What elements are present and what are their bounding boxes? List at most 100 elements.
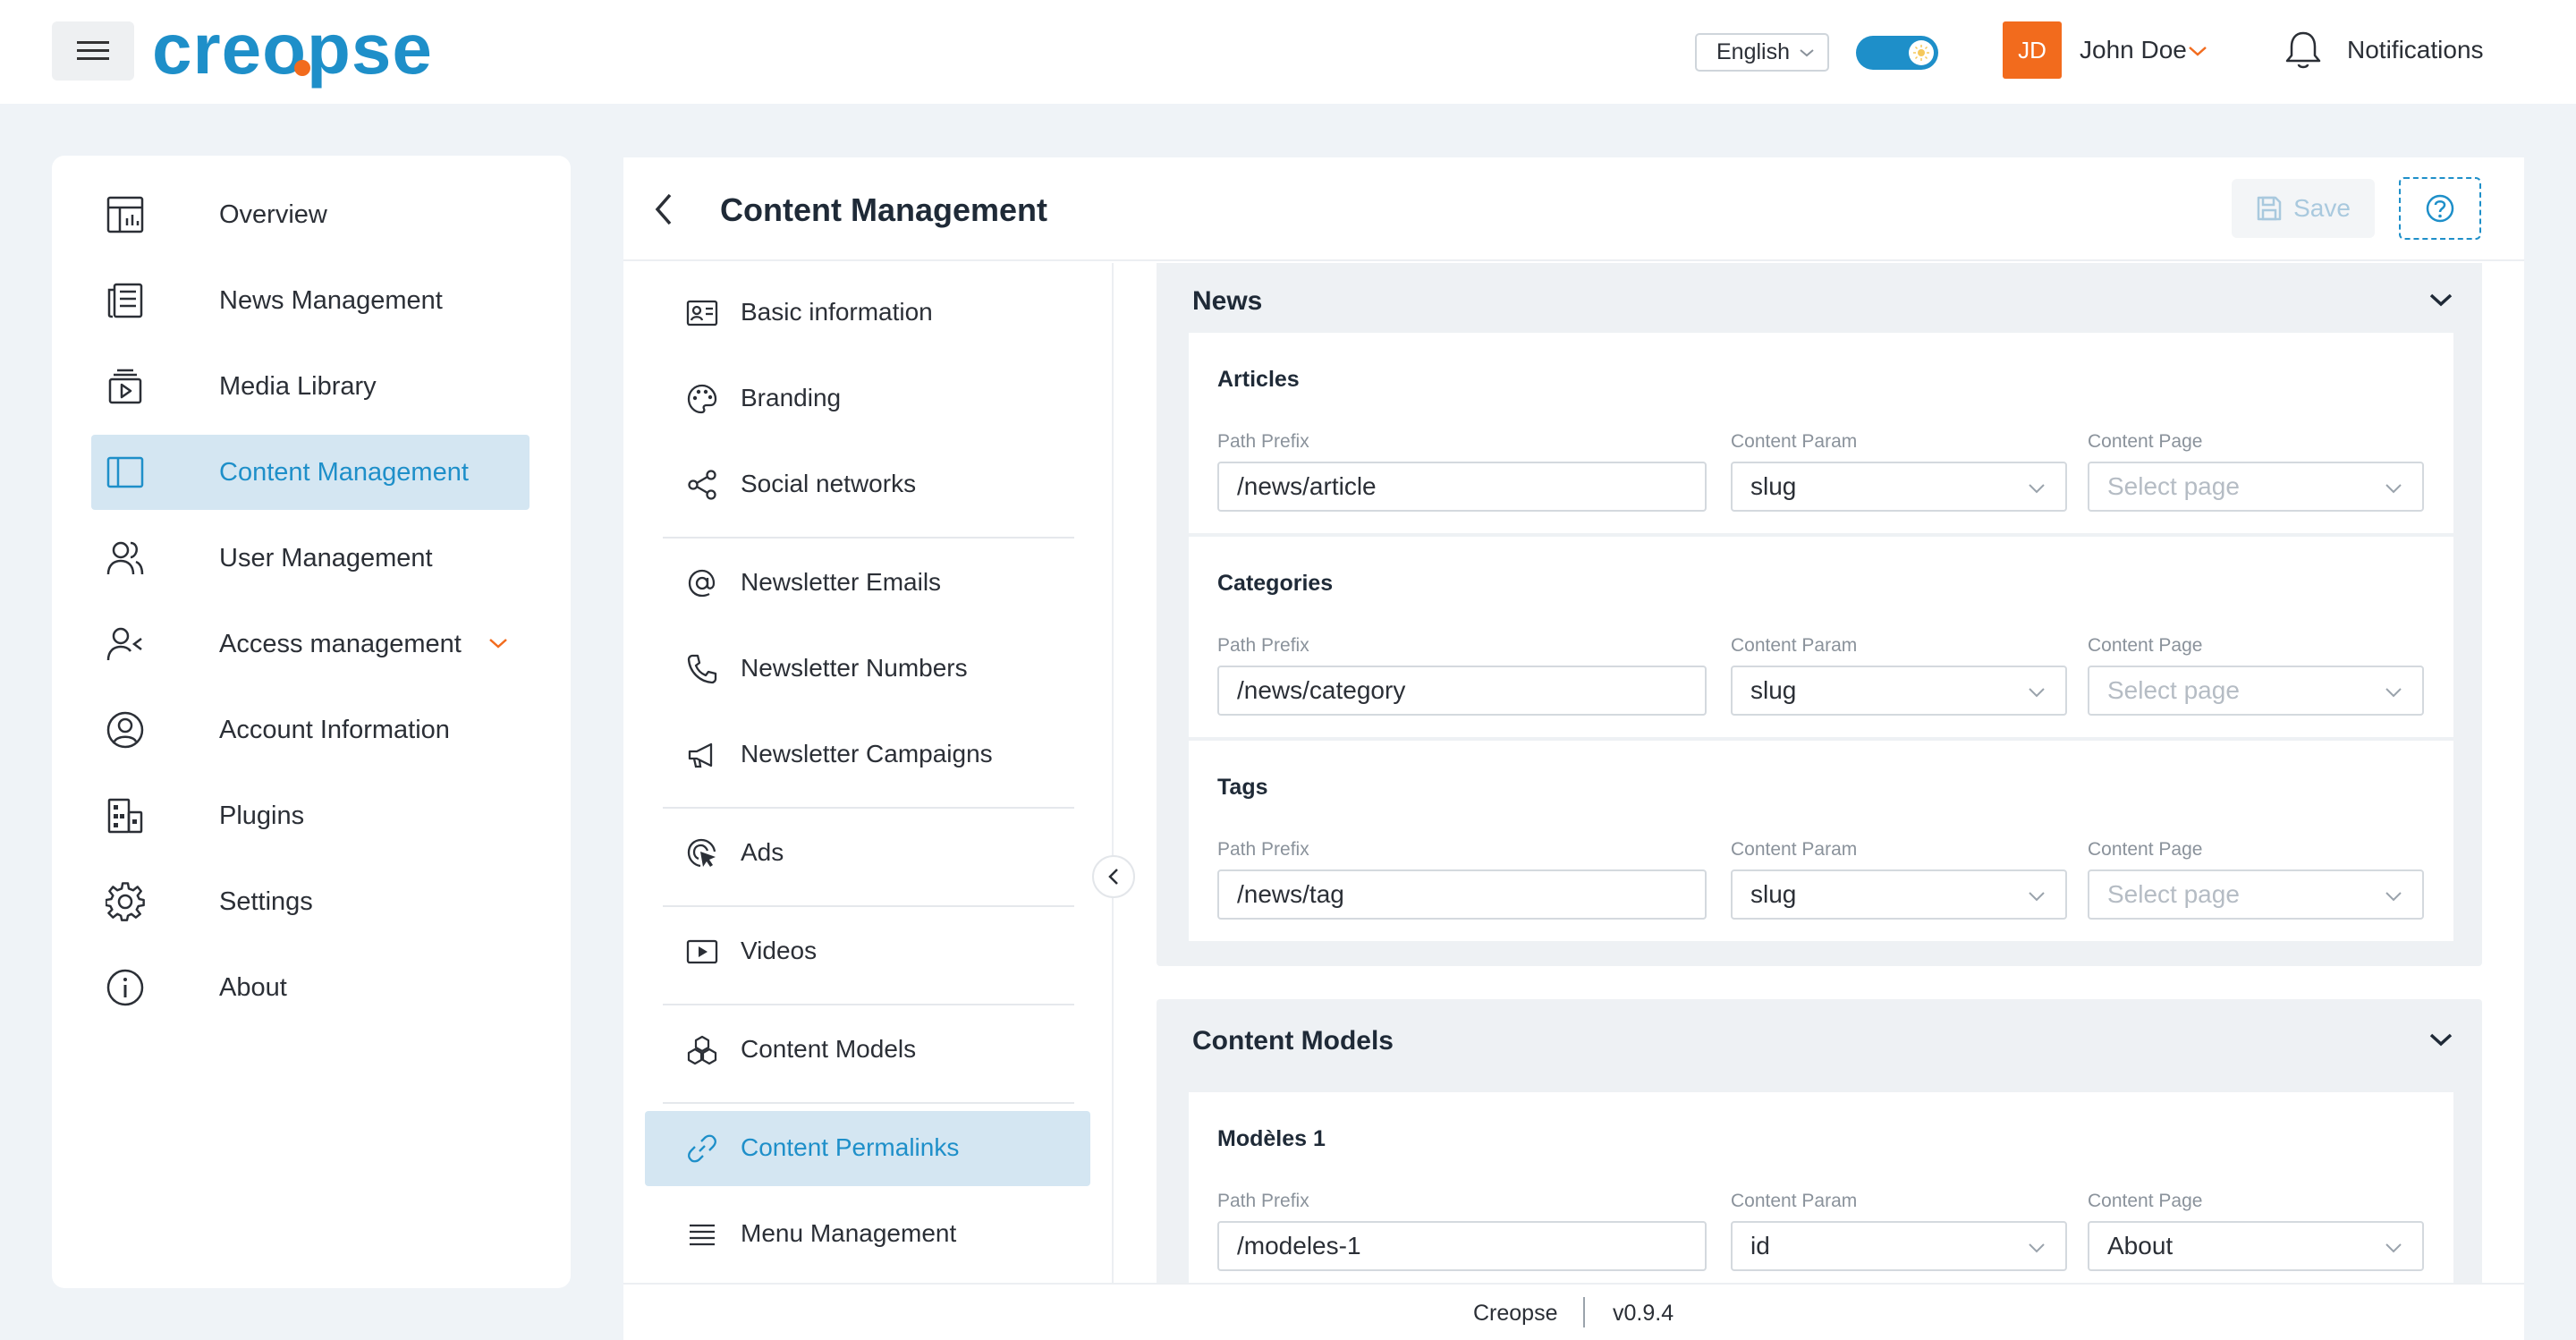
- subnav-item-content-permalinks[interactable]: Content Permalinks: [645, 1111, 1090, 1186]
- subnav-item-newsletter-numbers[interactable]: Newsletter Numbers: [645, 632, 1090, 707]
- subnav-item-label: Newsletter Campaigns: [741, 740, 993, 768]
- chevron-down-icon: [1800, 49, 1814, 57]
- sidebar-item-plugins[interactable]: Plugins: [91, 778, 530, 853]
- select-value: slug: [1750, 472, 1797, 500]
- path-prefix-label: Path Prefix: [1217, 1191, 1309, 1211]
- divider: [663, 905, 1074, 907]
- subnav-item-newsletter-emails[interactable]: Newsletter Emails: [645, 546, 1090, 621]
- sidebar-item-user-management[interactable]: User Management: [91, 521, 530, 596]
- gear-icon: [106, 882, 145, 921]
- save-button[interactable]: Save: [2232, 179, 2375, 238]
- logo[interactable]: creopse: [152, 9, 483, 95]
- back-arrow-icon[interactable]: [650, 190, 677, 229]
- section-title: News: [1192, 286, 1263, 316]
- sidebar-item-about[interactable]: About: [91, 950, 530, 1025]
- svg-text:creopse: creopse: [152, 9, 433, 89]
- help-button[interactable]: [2399, 177, 2481, 240]
- permalink-card: Articles Path Prefix Content Param Conte…: [1189, 333, 2453, 533]
- page-title: Content Management: [720, 191, 1048, 228]
- chevron-down-icon[interactable]: [2188, 45, 2207, 57]
- sidebar-item-news-management[interactable]: News Management: [91, 263, 530, 338]
- save-icon: [2257, 196, 2282, 221]
- section-news: News Articles Path Prefix Content Param …: [1157, 263, 2482, 966]
- subnav-item-label: Newsletter Emails: [741, 568, 942, 596]
- content-page-select[interactable]: About: [2088, 1221, 2424, 1271]
- sidebar-item-account-information[interactable]: Account Information: [91, 692, 530, 768]
- subnav-item-videos[interactable]: Videos: [645, 914, 1090, 989]
- path-prefix-input[interactable]: /modeles-1: [1217, 1221, 1707, 1271]
- sidebar-item-label: User Management: [219, 543, 433, 572]
- phone-icon: [687, 654, 717, 684]
- subnav-item-label: Menu Management: [741, 1219, 957, 1247]
- card-title: Articles: [1217, 367, 1300, 392]
- page-header: Content Management Save: [623, 157, 2524, 261]
- subnav-item-label: Branding: [741, 384, 842, 411]
- chevron-down-icon: [2385, 892, 2402, 902]
- palette-icon: [687, 384, 717, 414]
- content-page-label: Content Page: [2088, 839, 2203, 860]
- sidebar-item-label: Account Information: [219, 715, 450, 744]
- chevron-down-icon: [2029, 688, 2045, 698]
- sidebar-item-media-library[interactable]: Media Library: [91, 349, 530, 424]
- help-icon: [2426, 194, 2454, 223]
- select-value: About: [2107, 1232, 2174, 1259]
- content-page-label: Content Page: [2088, 1191, 2203, 1211]
- sidebar-item-access-management[interactable]: Access management: [91, 606, 530, 682]
- subnav-item-content-models[interactable]: Content Models: [645, 1013, 1090, 1088]
- content-param-select[interactable]: slug: [1731, 869, 2067, 920]
- content-param-select[interactable]: slug: [1731, 666, 2067, 716]
- content-page-select[interactable]: Select page: [2088, 666, 2424, 716]
- info-icon: [106, 969, 144, 1006]
- chevron-down-icon: [2385, 1243, 2402, 1253]
- subnav-item-branding[interactable]: Branding: [645, 361, 1090, 437]
- subnav-item-ads[interactable]: Ads: [645, 816, 1090, 891]
- divider: [663, 1102, 1074, 1104]
- content-param-label: Content Param: [1731, 635, 1858, 656]
- path-prefix-input[interactable]: /news/category: [1217, 666, 1707, 716]
- select-placeholder: Select page: [2107, 472, 2240, 500]
- sidebar-item-settings[interactable]: Settings: [91, 864, 530, 939]
- chevron-down-icon[interactable]: [2428, 1031, 2453, 1047]
- sidebar-item-label: Content Management: [219, 457, 469, 487]
- user-name[interactable]: John Doe: [2080, 36, 2187, 64]
- chevron-down-icon: [2029, 1243, 2045, 1253]
- path-prefix-input[interactable]: /news/tag: [1217, 869, 1707, 920]
- subnav-item-social-networks[interactable]: Social networks: [645, 447, 1090, 522]
- language-select[interactable]: English: [1695, 33, 1829, 72]
- chevron-down-icon[interactable]: [2428, 292, 2453, 308]
- permalink-card: Modèles 1 Path Prefix Content Param Cont…: [1189, 1092, 2453, 1283]
- users-icon: [106, 541, 144, 575]
- subnav-item-label: Basic information: [741, 298, 933, 326]
- chevron-down-icon[interactable]: [488, 637, 508, 649]
- newspaper-icon: [107, 283, 143, 318]
- layout-icon: [106, 456, 144, 488]
- content-page-label: Content Page: [2088, 635, 2203, 656]
- language-value: English: [1716, 39, 1790, 64]
- subnav-item-basic-information[interactable]: Basic information: [645, 276, 1090, 351]
- avatar[interactable]: JD: [2003, 21, 2062, 79]
- content-param-select[interactable]: id: [1731, 1221, 2067, 1271]
- path-prefix-input[interactable]: /news/article: [1217, 462, 1707, 512]
- subnav-item-newsletter-campaigns[interactable]: Newsletter Campaigns: [645, 717, 1090, 793]
- select-placeholder: Select page: [2107, 676, 2240, 704]
- sidebar-item-content-management[interactable]: Content Management: [91, 435, 530, 510]
- content-param-label: Content Param: [1731, 431, 1858, 452]
- megaphone-icon: [688, 742, 713, 768]
- subnav-item-label: Videos: [741, 937, 818, 964]
- content-page-select[interactable]: Select page: [2088, 869, 2424, 920]
- section-title: Content Models: [1192, 1026, 1394, 1056]
- sidebar-item-overview[interactable]: Overview: [91, 177, 530, 252]
- content-page-select[interactable]: Select page: [2088, 462, 2424, 512]
- save-label: Save: [2293, 194, 2351, 222]
- footer: Creopse v0.9.4: [623, 1283, 2524, 1340]
- subnav-item-label: Ads: [741, 838, 784, 866]
- content-param-select[interactable]: slug: [1731, 462, 2067, 512]
- notifications-link[interactable]: Notifications: [2347, 36, 2484, 64]
- theme-toggle[interactable]: [1856, 36, 1938, 70]
- menu-toggle-button[interactable]: [52, 21, 134, 81]
- menu-lines-icon: [690, 1224, 715, 1246]
- subnav-item-menu-management[interactable]: Menu Management: [645, 1197, 1090, 1272]
- chevron-down-icon: [2385, 688, 2402, 698]
- bell-icon[interactable]: [2283, 29, 2324, 72]
- select-value: id: [1750, 1232, 1770, 1259]
